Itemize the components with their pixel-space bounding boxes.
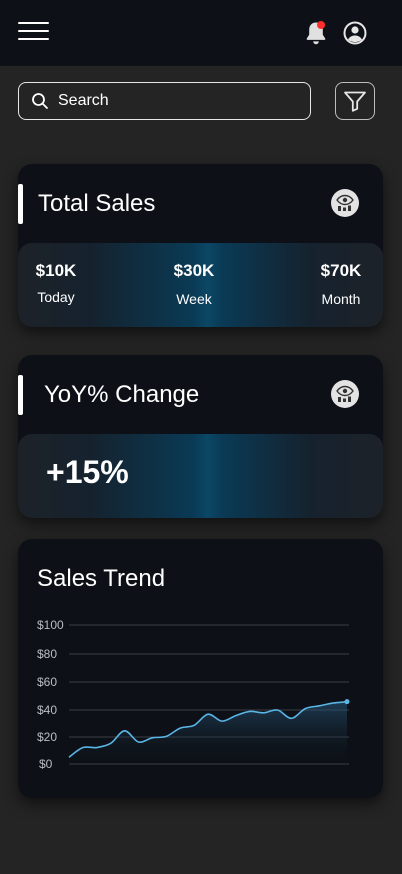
y-tick-label: $60 xyxy=(37,675,57,689)
notification-dot xyxy=(317,21,325,29)
search-icon xyxy=(32,93,48,109)
y-tick-label: $100 xyxy=(37,618,64,632)
stat-label: Today xyxy=(37,289,75,305)
bell-icon[interactable] xyxy=(302,19,330,47)
filter-icon xyxy=(344,91,366,112)
sales-trend-card: Sales Trend $0 $20 $40 $60 $80 $100 xyxy=(18,539,383,798)
y-tick-label: $0 xyxy=(39,757,53,771)
stat-value: $70K xyxy=(320,261,362,280)
total-sales-title: Total Sales xyxy=(38,190,156,217)
filter-button[interactable] xyxy=(335,82,375,120)
y-tick-label: $20 xyxy=(37,730,57,744)
stat-label: Month xyxy=(321,291,361,307)
user-circle-icon[interactable] xyxy=(341,19,369,47)
stat-value: $30K xyxy=(173,261,215,280)
stat-today: $10K Today xyxy=(30,261,82,305)
sales-trend-chart: $0 $20 $40 $60 $80 $100 xyxy=(37,618,350,771)
stat-label: Week xyxy=(176,291,212,307)
hamburger-menu-icon[interactable] xyxy=(18,20,50,42)
search-input[interactable] xyxy=(58,92,288,110)
stat-week: $30K Week xyxy=(164,261,224,307)
top-app-bar xyxy=(0,0,402,66)
last-point-marker xyxy=(344,699,350,705)
y-tick-label: $40 xyxy=(37,703,57,717)
yoy-change-card: YoY% Change +15% xyxy=(18,355,383,518)
yoy-change-title: YoY% Change xyxy=(44,381,200,408)
series-area xyxy=(69,701,347,764)
eye-graph-icon[interactable] xyxy=(331,189,359,217)
eye-graph-icon[interactable] xyxy=(331,380,359,408)
stat-value: $10K xyxy=(35,261,77,280)
total-sales-card: Total Sales $10K Today $30K Week $70K Mo… xyxy=(18,164,383,327)
yoy-value: +15% xyxy=(46,454,129,490)
search-bar[interactable] xyxy=(18,82,311,120)
y-tick-label: $80 xyxy=(37,647,57,661)
card-accent-bar xyxy=(18,375,23,415)
total-sales-stats-panel: $10K Today $30K Week $70K Month xyxy=(18,243,383,327)
yoy-value-panel: +15% xyxy=(18,434,383,518)
card-accent-bar xyxy=(18,184,23,224)
stat-month: $70K Month xyxy=(311,261,371,307)
